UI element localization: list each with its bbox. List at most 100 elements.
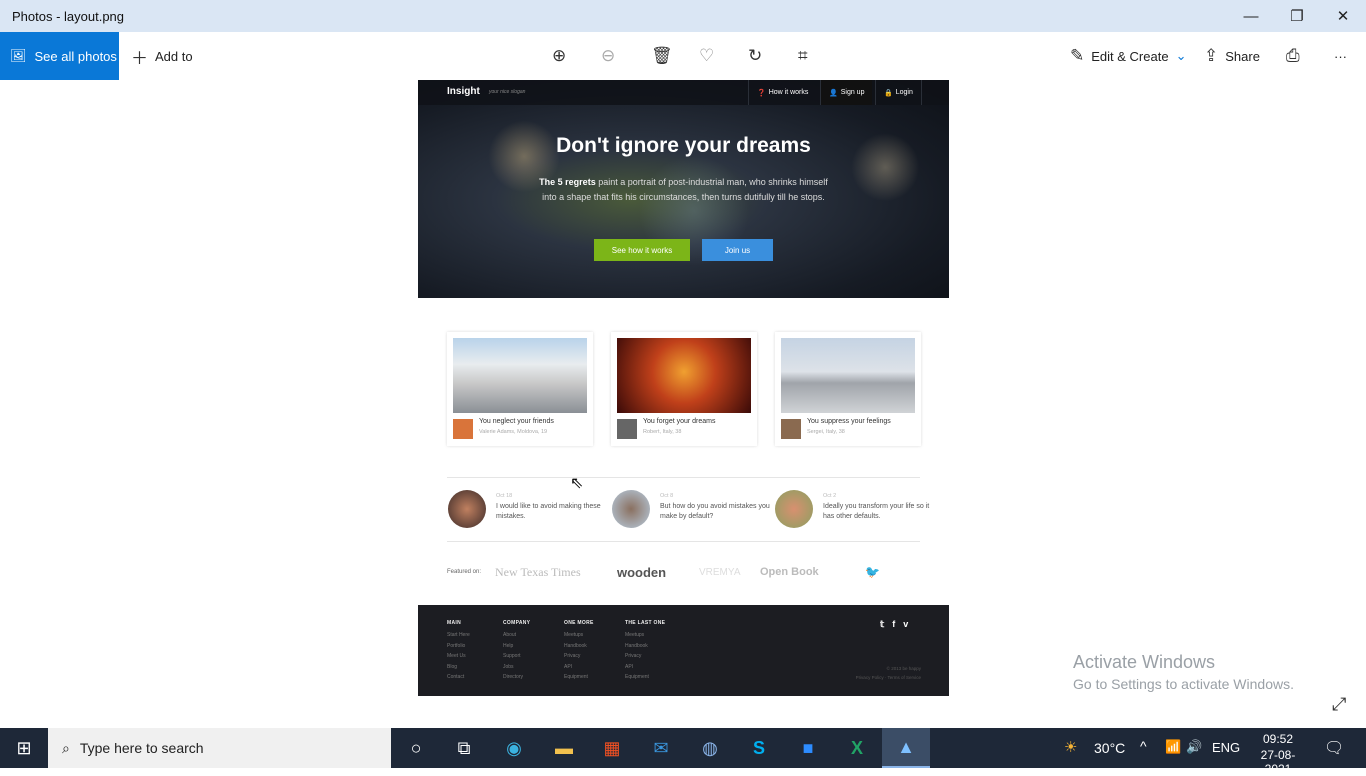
network-icon[interactable]: 📶 xyxy=(1165,739,1181,755)
story-card: You neglect your friends Valerie Adams, … xyxy=(447,332,593,446)
notifications-icon[interactable]: 🗨 xyxy=(1324,738,1344,758)
more-button[interactable]: ··· xyxy=(1334,32,1347,80)
footer-link: Privacy xyxy=(564,653,581,659)
search-icon: ⌕ xyxy=(62,739,70,756)
add-to-button[interactable]: ＋ Add to xyxy=(131,32,193,80)
card-meta: Robert, Italy, 38 xyxy=(643,429,682,435)
quote-text: I would like to avoid making these mista… xyxy=(496,503,601,520)
chevron-down-icon: ⌄ xyxy=(1175,48,1187,63)
excel-icon[interactable]: X xyxy=(833,728,881,768)
date: 27-08-2021 xyxy=(1260,748,1296,776)
print-icon[interactable]: ⎙ xyxy=(1286,32,1300,80)
avatar xyxy=(453,419,473,439)
mouse-cursor: ⇖ xyxy=(570,475,584,492)
card-meta: Valerie Adams, Moldova, 19 xyxy=(479,429,548,435)
hero-subtitle: The 5 regrets paint a portrait of post-i… xyxy=(538,175,829,205)
watermark-sub: Go to Settings to activate Windows. xyxy=(1073,676,1294,692)
card-title: You neglect your friends xyxy=(479,418,554,425)
facebook-icon: f xyxy=(892,619,896,629)
photos-icon: 🖼 xyxy=(10,48,27,63)
minimize-button[interactable]: — xyxy=(1228,0,1274,32)
edge-icon[interactable]: ◉ xyxy=(490,728,538,768)
see-all-photos-button[interactable]: 🖼 See all photos xyxy=(0,32,119,80)
legal-links: Privacy Policy · Terms of Service xyxy=(855,675,921,680)
share-button[interactable]: ⇪ Share xyxy=(1204,32,1260,80)
language-indicator[interactable]: ENG xyxy=(1212,740,1240,755)
start-button[interactable]: ⊞ xyxy=(0,728,48,768)
see-all-label: See all photos xyxy=(34,48,117,64)
nav-label: Sign up xyxy=(840,89,865,96)
close-button[interactable]: ✕ xyxy=(1320,0,1366,32)
quote-date: Oct 2 xyxy=(823,493,837,499)
rotate-icon[interactable]: ↻ xyxy=(748,32,762,80)
footer-heading: THE LAST ONE xyxy=(625,620,666,626)
street-photo xyxy=(781,338,915,413)
featured-label: Featured on: xyxy=(447,569,482,575)
search-placeholder: Type here to search xyxy=(79,740,204,756)
zoom-icon[interactable]: ■ xyxy=(784,728,832,768)
favorite-icon[interactable]: ♡ xyxy=(699,32,714,80)
taskbar-search[interactable]: ⌕ Type here to search xyxy=(48,728,391,768)
hero-headline: Don't ignore your dreams xyxy=(556,134,811,157)
quote-item: Oct 18 I would like to avoid making these… xyxy=(448,489,608,529)
app-icon[interactable]: ◍ xyxy=(686,728,734,768)
zoom-out-icon[interactable]: ⊖ xyxy=(601,32,615,80)
edit-icon: ✎ xyxy=(1070,46,1085,65)
chevron-up-icon[interactable]: ^ xyxy=(1140,738,1147,754)
file-explorer-icon[interactable]: ▬ xyxy=(540,728,588,768)
zoom-in-icon[interactable]: ⊕ xyxy=(552,32,566,80)
photos-taskbar-icon[interactable]: ▲ xyxy=(882,728,930,768)
quote-item: Oct 8 But how do you avoid mistakes you m… xyxy=(612,489,772,529)
temperature[interactable]: 30°C xyxy=(1094,740,1125,756)
quote-text: But how do you avoid mistakes you make b… xyxy=(660,503,770,520)
edit-create-button[interactable]: ✎ Edit & Create ⌄ xyxy=(1070,32,1186,80)
card-meta: Sergei, Italy, 38 xyxy=(807,429,845,435)
time: 09:52 xyxy=(1262,732,1294,746)
footer-col: ONE MORE Meetups Handbook Privacy API Equipme… xyxy=(564,620,594,685)
footer-heading: ONE MORE xyxy=(564,620,594,626)
vimeo-icon: v xyxy=(903,619,909,629)
quote-avatar xyxy=(775,490,813,528)
crop-icon[interactable]: ⌗ xyxy=(798,32,808,80)
quote-date: Oct 8 xyxy=(660,493,674,499)
title-bar: Photos - layout.png — ❐ ✕ xyxy=(0,0,1366,32)
footer-link: API xyxy=(625,663,634,670)
logo-vremya: VREMYA xyxy=(699,566,741,578)
weather-icon: ☀ xyxy=(1064,739,1078,756)
cityloft-photo xyxy=(617,338,751,413)
sub-bold: The 5 regrets xyxy=(539,177,596,187)
logo-open-book: Open Book xyxy=(760,566,819,578)
twitter-icon: 🐦 xyxy=(865,565,880,579)
featured-on: Featured on: New Texas Times wooden VREM… xyxy=(447,565,920,580)
delete-icon[interactable]: 🗑 xyxy=(651,32,673,80)
quote-text: Ideally you transform your life so it ha… xyxy=(823,503,930,520)
volume-icon[interactable]: 🔊 xyxy=(1186,739,1202,755)
fullscreen-icon[interactable]: ⤢ xyxy=(1332,694,1346,715)
footer-link: Equipment xyxy=(564,674,588,680)
nav-how-it-works: ❓ How it works xyxy=(748,80,816,105)
footer-link: Support xyxy=(503,653,521,659)
quote-date: Oct 18 xyxy=(496,493,513,499)
card-title: You forget your dreams xyxy=(643,418,716,425)
lock-icon: 🔒 xyxy=(884,89,893,97)
clock[interactable]: 09:52 27-08-2021 xyxy=(1252,732,1304,776)
footer-heading: COMPANY xyxy=(503,620,531,626)
see-how-it-works-button: See how it works xyxy=(594,239,690,261)
activate-windows-watermark: Activate Windows Go to Settings to activ… xyxy=(1073,652,1294,692)
cortana-icon[interactable]: ○ xyxy=(392,728,440,768)
footer-link: Handbook xyxy=(564,642,587,649)
footer-link: Meetups xyxy=(625,632,645,638)
divider xyxy=(447,541,920,542)
footer-col: MAIN Start Here Portfolio Meet Us Blog Contac… xyxy=(447,620,470,685)
task-view-icon[interactable]: ⧉ xyxy=(440,728,488,768)
footer-link: About xyxy=(503,632,517,638)
skype-icon[interactable]: S xyxy=(735,728,783,768)
restore-button[interactable]: ❐ xyxy=(1274,0,1320,32)
footer-link: Blog xyxy=(447,663,458,670)
edit-create-label: Edit & Create xyxy=(1091,48,1169,64)
store-icon[interactable]: ▦ xyxy=(588,728,636,768)
hero-section: Insight your nice slogan ❓ How it works 👤… xyxy=(418,80,949,298)
mail-icon[interactable]: ✉ xyxy=(637,728,685,768)
nav-sign-up: 👤 Sign up xyxy=(820,80,873,105)
footer-link: Jobs xyxy=(503,663,514,670)
